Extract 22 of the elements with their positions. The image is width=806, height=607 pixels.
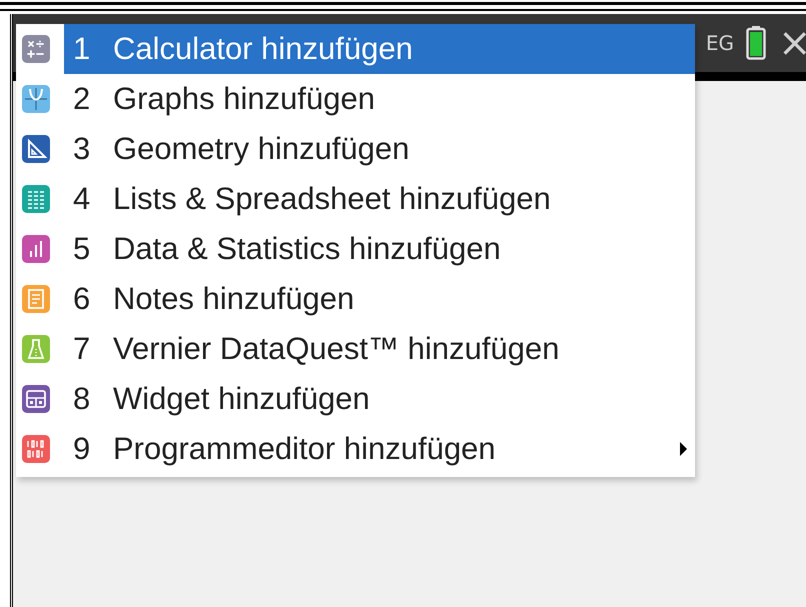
menu-item[interactable]: 6 Notes hinzufügen [64,274,695,324]
close-button[interactable]: × [778,23,806,63]
menu-item[interactable]: 3 Geometry hinzufügen [64,124,695,174]
menu-item[interactable]: 2 Graphs hinzufügen [64,74,695,124]
status-text: EG [706,31,734,55]
triangle-ruler-icon [22,135,50,163]
calculator-icon [22,35,50,63]
spreadsheet-icon [22,185,50,213]
submenu-arrow-icon [677,441,689,457]
widget-icon [22,385,50,413]
flask-icon [22,335,50,363]
menu-item[interactable]: 9 Programmeditor hinzufügen [64,424,695,474]
menu-item[interactable]: 4 Lists & Spreadsheet hinzufügen [64,174,695,224]
menu-item[interactable]: 7 Vernier DataQuest™ hinzufügen [64,324,695,374]
graph-icon [22,85,50,113]
binary-icon [22,435,50,463]
note-icon [22,285,50,313]
battery-icon [746,26,766,60]
menu-item[interactable]: 1 Calculator hinzufügen [64,24,695,74]
menu-item[interactable]: 8 Widget hinzufügen [64,374,695,424]
bar-chart-icon [22,235,50,263]
menu-item[interactable]: 5 Data & Statistics hinzufügen [64,224,695,274]
